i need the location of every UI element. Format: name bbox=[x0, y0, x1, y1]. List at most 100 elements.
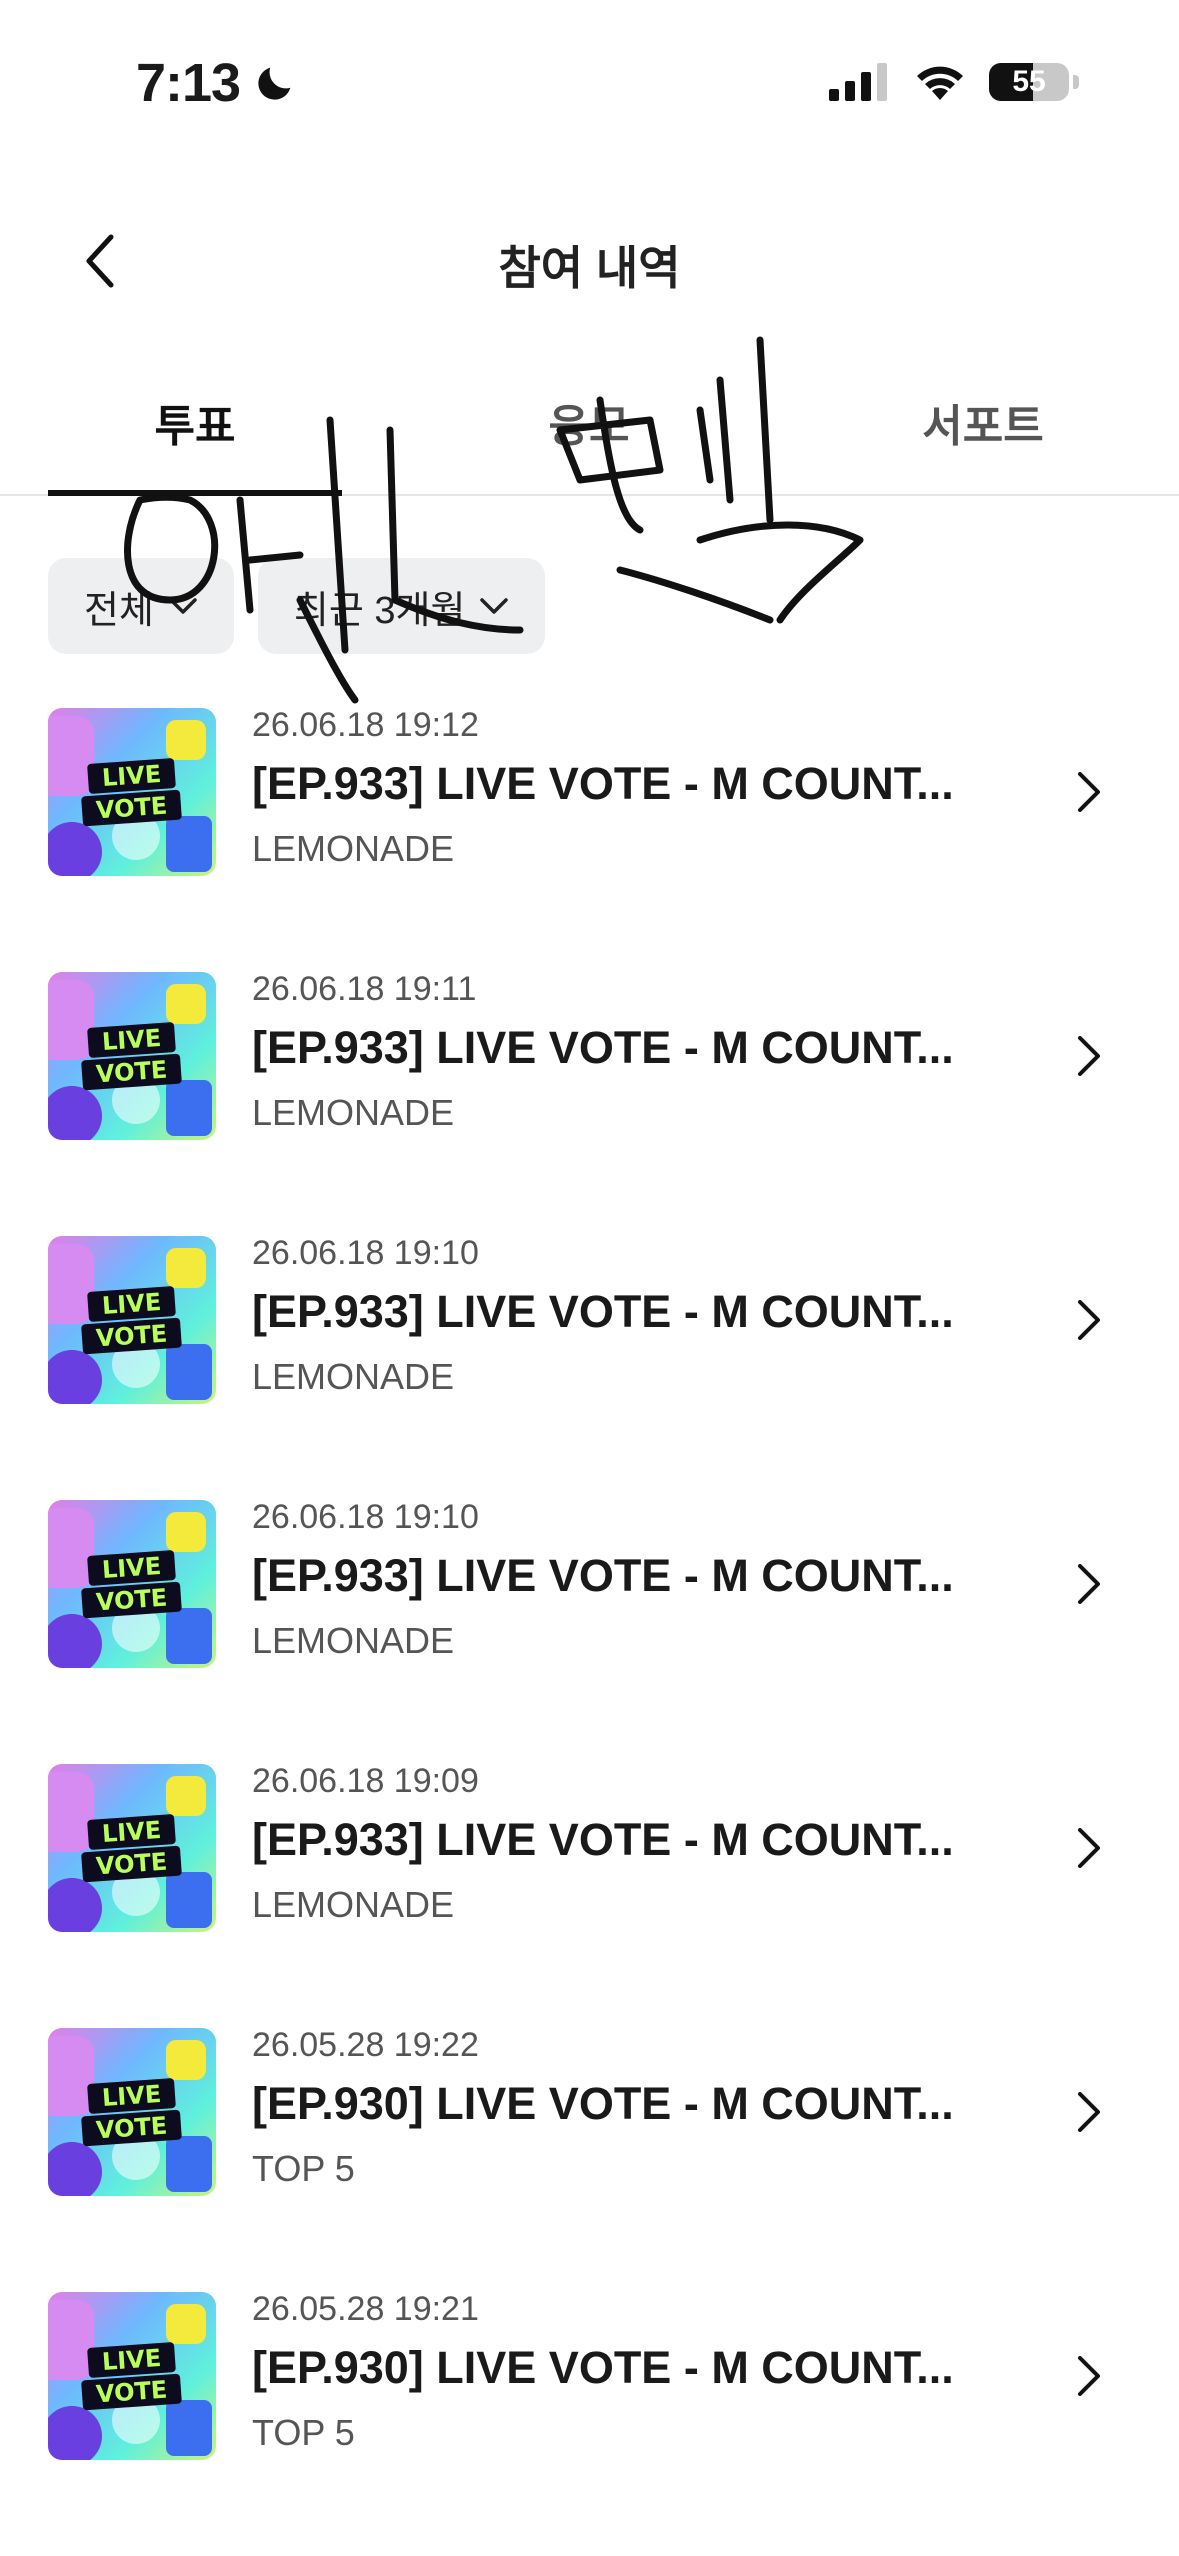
vote-date: 26.05.28 19:22 bbox=[252, 2026, 479, 2064]
vote-list-item[interactable]: LIVE VOTE 26.06.18 19:11 [EP.933] LIVE V… bbox=[0, 964, 1179, 1228]
thumbnail-decoration bbox=[166, 1344, 212, 1400]
period-filter-label: 최근 3개월 bbox=[293, 589, 466, 632]
live-vote-thumbnail: LIVE VOTE bbox=[48, 972, 216, 1140]
tab-support[interactable]: 서포트 bbox=[836, 390, 1130, 494]
battery-level: 55 bbox=[1012, 65, 1046, 98]
tab-entry[interactable]: 응모 bbox=[442, 390, 736, 494]
vote-date: 26.05.28 19:21 bbox=[252, 2290, 479, 2328]
thumbnail-label: LIVE VOTE bbox=[58, 1021, 206, 1091]
thumbnail-line-2: VOTE bbox=[81, 1317, 183, 1355]
thumbnail-label: LIVE VOTE bbox=[58, 1285, 206, 1355]
thumbnail-line-1: LIVE bbox=[87, 1549, 177, 1587]
vote-title: [EP.933] LIVE VOTE - M COUNT... bbox=[252, 1022, 954, 1073]
tab-vote[interactable]: 투표 bbox=[48, 390, 342, 494]
vote-date: 26.06.18 19:11 bbox=[252, 970, 477, 1008]
vote-date: 26.06.18 19:10 bbox=[252, 1234, 479, 1272]
tab-active-indicator bbox=[48, 490, 342, 496]
thumbnail-decoration bbox=[166, 1872, 212, 1928]
status-time-text: 7:13 bbox=[136, 53, 241, 113]
chevron-right-icon bbox=[1078, 1828, 1100, 1868]
thumbnail-line-2: VOTE bbox=[81, 2109, 183, 2147]
thumbnail-decoration bbox=[166, 984, 206, 1024]
signal-icon bbox=[829, 63, 887, 101]
thumbnail-decoration bbox=[166, 1512, 206, 1552]
vote-subtitle: TOP 5 bbox=[252, 2412, 355, 2453]
vote-history-list: LIVE VOTE 26.06.18 19:12 [EP.933] LIVE V… bbox=[0, 700, 1179, 2548]
thumbnail-decoration bbox=[166, 1080, 212, 1136]
thumbnail-label: LIVE VOTE bbox=[58, 1813, 206, 1883]
thumbnail-line-2: VOTE bbox=[81, 1845, 183, 1883]
thumbnail-decoration bbox=[166, 2304, 206, 2344]
thumbnail-line-1: LIVE bbox=[87, 2077, 177, 2115]
thumbnail-decoration bbox=[48, 2142, 102, 2196]
vote-title: [EP.930] LIVE VOTE - M COUNT... bbox=[252, 2342, 954, 2393]
battery-icon: 55 bbox=[989, 63, 1069, 101]
thumbnail-decoration bbox=[166, 1608, 212, 1664]
thumbnail-decoration bbox=[48, 1350, 102, 1404]
live-vote-thumbnail: LIVE VOTE bbox=[48, 708, 216, 876]
vote-title: [EP.933] LIVE VOTE - M COUNT... bbox=[252, 758, 954, 809]
thumbnail-line-1: LIVE bbox=[87, 2341, 177, 2379]
moon-icon bbox=[258, 67, 291, 100]
thumbnail-line-1: LIVE bbox=[87, 1813, 177, 1851]
chevron-down-icon bbox=[169, 598, 197, 614]
filter-bar: 전체 최근 3개월 bbox=[48, 558, 546, 654]
thumbnail-decoration bbox=[166, 2136, 212, 2192]
vote-date: 26.06.18 19:09 bbox=[252, 1762, 479, 1800]
vote-subtitle: LEMONADE bbox=[252, 1356, 455, 1397]
chevron-right-icon bbox=[1078, 2092, 1100, 2132]
vote-title: [EP.930] LIVE VOTE - M COUNT... bbox=[252, 2078, 954, 2129]
vote-list-item[interactable]: LIVE VOTE 26.06.18 19:10 [EP.933] LIVE V… bbox=[0, 1228, 1179, 1492]
vote-date: 26.06.18 19:12 bbox=[252, 706, 479, 744]
live-vote-thumbnail: LIVE VOTE bbox=[48, 2292, 216, 2460]
tab-bar: 투표 응모 서포트 bbox=[0, 370, 1179, 496]
chevron-right-icon bbox=[1078, 2356, 1100, 2396]
thumbnail-decoration bbox=[48, 1086, 102, 1140]
vote-subtitle: LEMONADE bbox=[252, 1620, 455, 1661]
chevron-right-icon bbox=[1078, 1564, 1100, 1604]
thumbnail-decoration bbox=[48, 1878, 102, 1932]
vote-list-item[interactable]: LIVE VOTE 26.05.28 19:21 [EP.930] LIVE V… bbox=[0, 2284, 1179, 2548]
thumbnail-label: LIVE VOTE bbox=[58, 2077, 206, 2147]
thumbnail-line-1: LIVE bbox=[87, 1021, 177, 1059]
thumbnail-label: LIVE VOTE bbox=[58, 2341, 206, 2411]
thumbnail-decoration bbox=[166, 816, 212, 872]
live-vote-thumbnail: LIVE VOTE bbox=[48, 1500, 216, 1668]
thumbnail-line-2: VOTE bbox=[81, 1581, 183, 1619]
vote-title: [EP.933] LIVE VOTE - M COUNT... bbox=[252, 1550, 954, 1601]
thumbnail-decoration bbox=[48, 822, 102, 876]
thumbnail-line-2: VOTE bbox=[81, 789, 183, 827]
page-title: 참여 내역 bbox=[498, 242, 681, 294]
vote-subtitle: LEMONADE bbox=[252, 1884, 455, 1925]
thumbnail-line-1: LIVE bbox=[87, 757, 177, 795]
period-filter-dropdown[interactable]: 최근 3개월 bbox=[257, 558, 546, 654]
thumbnail-decoration bbox=[166, 2400, 212, 2456]
type-filter-label: 전체 bbox=[84, 589, 154, 632]
live-vote-thumbnail: LIVE VOTE bbox=[48, 2028, 216, 2196]
live-vote-thumbnail: LIVE VOTE bbox=[48, 1764, 216, 1932]
vote-list-item[interactable]: LIVE VOTE 26.06.18 19:12 [EP.933] LIVE V… bbox=[0, 700, 1179, 964]
vote-list-item[interactable]: LIVE VOTE 26.06.18 19:09 [EP.933] LIVE V… bbox=[0, 1756, 1179, 2020]
battery-cap bbox=[1073, 75, 1079, 89]
vote-title: [EP.933] LIVE VOTE - M COUNT... bbox=[252, 1286, 954, 1337]
chevron-down-icon bbox=[480, 598, 509, 614]
thumbnail-decoration bbox=[166, 1776, 206, 1816]
status-time: 7:13 bbox=[136, 52, 298, 114]
chevron-right-icon bbox=[1078, 1300, 1100, 1340]
vote-list-item[interactable]: LIVE VOTE 26.06.18 19:10 [EP.933] LIVE V… bbox=[0, 1492, 1179, 1756]
wifi-icon bbox=[917, 66, 963, 100]
vote-subtitle: TOP 5 bbox=[252, 2148, 355, 2189]
vote-title: [EP.933] LIVE VOTE - M COUNT... bbox=[252, 1814, 954, 1865]
chevron-right-icon bbox=[1078, 1036, 1100, 1076]
thumbnail-decoration bbox=[166, 720, 206, 760]
thumbnail-label: LIVE VOTE bbox=[58, 1549, 206, 1619]
thumbnail-decoration bbox=[166, 2040, 206, 2080]
chevron-right-icon bbox=[1078, 772, 1100, 812]
vote-subtitle: LEMONADE bbox=[252, 828, 455, 869]
thumbnail-decoration bbox=[48, 2406, 102, 2460]
vote-list-item[interactable]: LIVE VOTE 26.05.28 19:22 [EP.930] LIVE V… bbox=[0, 2020, 1179, 2284]
thumbnail-decoration bbox=[166, 1248, 206, 1288]
thumbnail-decoration bbox=[48, 1614, 102, 1668]
status-icons: 55 bbox=[829, 62, 1079, 102]
type-filter-dropdown[interactable]: 전체 bbox=[48, 558, 234, 654]
